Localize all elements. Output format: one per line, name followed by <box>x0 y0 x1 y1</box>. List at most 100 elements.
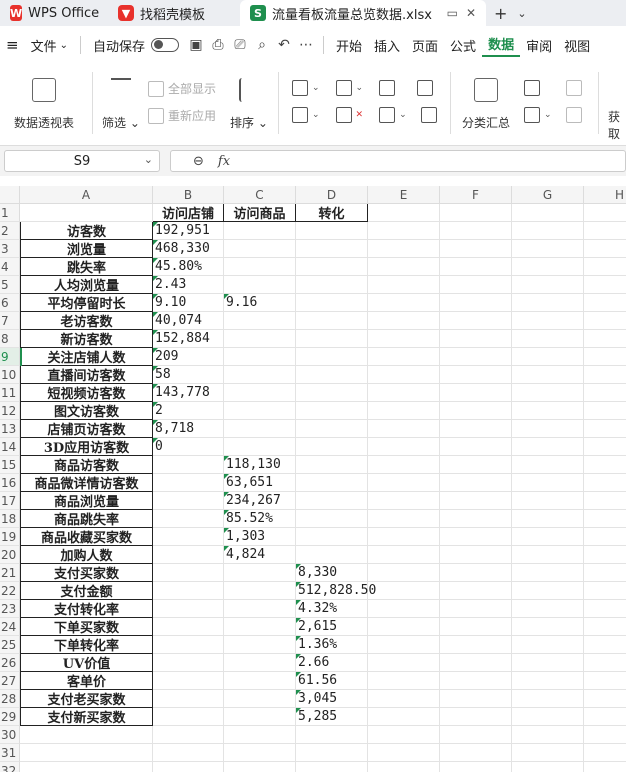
column-header[interactable]: D <box>296 186 368 204</box>
cell-empty[interactable] <box>512 204 584 222</box>
cell-empty[interactable] <box>368 726 440 744</box>
cell-a[interactable] <box>20 744 153 762</box>
row-header[interactable]: 11 <box>0 384 20 402</box>
undo-icon[interactable]: ↶ <box>275 36 293 54</box>
cell-empty[interactable] <box>584 258 626 276</box>
show-detail-icon[interactable] <box>566 80 582 96</box>
cell-empty[interactable] <box>368 582 440 600</box>
cell-c[interactable]: 1,303 <box>224 528 296 546</box>
column-header[interactable]: A <box>20 186 153 204</box>
menu-tab-home[interactable]: 开始 <box>330 36 368 55</box>
cell-empty[interactable] <box>440 708 512 726</box>
cell-empty[interactable] <box>368 438 440 456</box>
cell-empty[interactable] <box>512 294 584 312</box>
cell-c[interactable] <box>224 330 296 348</box>
cell-d[interactable]: 2.66 <box>296 654 368 672</box>
row-header[interactable]: 7 <box>0 312 20 330</box>
cell-a[interactable] <box>20 762 153 772</box>
cell-c[interactable] <box>224 312 296 330</box>
cell-empty[interactable] <box>584 546 626 564</box>
cell-empty[interactable] <box>440 564 512 582</box>
cell-empty[interactable] <box>512 402 584 420</box>
new-tab-icon[interactable]: + <box>494 4 507 23</box>
cell-empty[interactable] <box>584 618 626 636</box>
cell-empty[interactable] <box>368 366 440 384</box>
cell-a[interactable]: 图文访客数 <box>20 402 153 420</box>
row-header[interactable]: 15 <box>0 456 20 474</box>
cell-empty[interactable] <box>368 474 440 492</box>
cell-empty[interactable] <box>368 384 440 402</box>
row-header[interactable]: 8 <box>0 330 20 348</box>
cell-b[interactable] <box>153 708 224 726</box>
cell-c[interactable] <box>224 690 296 708</box>
print-icon[interactable]: ⎚ <box>231 36 249 54</box>
cell-b[interactable]: 468,330 <box>153 240 224 258</box>
cell-empty[interactable] <box>512 366 584 384</box>
cell-b[interactable] <box>153 726 224 744</box>
cell-a[interactable]: 支付金额 <box>20 582 153 600</box>
cell-empty[interactable] <box>512 546 584 564</box>
chevron-down-icon[interactable]: ⌄ <box>517 7 526 20</box>
cell-c[interactable] <box>224 348 296 366</box>
cell-empty[interactable] <box>368 762 440 772</box>
filter-button[interactable]: 筛选 ⌄ <box>102 78 140 131</box>
cell-b[interactable]: 45.80% <box>153 258 224 276</box>
cell-b[interactable] <box>153 456 224 474</box>
cell-empty[interactable] <box>512 762 584 772</box>
row-header[interactable]: 6 <box>0 294 20 312</box>
cell-empty[interactable] <box>584 402 626 420</box>
tab-wps-office[interactable]: W WPS Office <box>0 0 108 26</box>
cell-d[interactable] <box>296 510 368 528</box>
row-header[interactable]: 12 <box>0 402 20 420</box>
cell-b[interactable] <box>153 564 224 582</box>
get-data-button[interactable]: 获取 <box>608 108 626 142</box>
formula-input[interactable]: ⊖ fx <box>170 150 626 172</box>
row-header[interactable]: 30 <box>0 726 20 744</box>
cell-c[interactable] <box>224 654 296 672</box>
close-tab-icon[interactable]: ✕ <box>466 6 476 20</box>
cell-empty[interactable] <box>368 222 440 240</box>
cell-b[interactable]: 40,074 <box>153 312 224 330</box>
export-icon[interactable]: ⎙ <box>209 36 227 54</box>
cell-empty[interactable] <box>584 564 626 582</box>
cell-d[interactable] <box>296 330 368 348</box>
cell-b[interactable] <box>153 510 224 528</box>
cell-d[interactable] <box>296 492 368 510</box>
data-validation-icon[interactable] <box>335 80 352 96</box>
cell-a[interactable]: 老访客数 <box>20 312 153 330</box>
hide-detail-icon[interactable] <box>565 107 582 123</box>
cell-d[interactable]: 512,828.50 <box>296 582 376 600</box>
cell-empty[interactable] <box>440 222 512 240</box>
cell-empty[interactable] <box>368 420 440 438</box>
cell-a[interactable]: 商品收藏买家数 <box>20 528 153 546</box>
column-header[interactable]: F <box>440 186 512 204</box>
cell-a[interactable]: 访客数 <box>20 222 153 240</box>
cell-empty[interactable] <box>440 618 512 636</box>
chevron-down-icon[interactable]: ⌄ <box>144 153 153 166</box>
cell-empty[interactable] <box>584 474 626 492</box>
cell-empty[interactable] <box>584 420 626 438</box>
cell-d[interactable] <box>296 528 368 546</box>
consolidate-icon[interactable] <box>417 80 434 96</box>
tab-spreadsheet-file[interactable]: S 流量看板流量总览数据.xlsx ▭ ✕ <box>240 0 486 26</box>
row-header[interactable]: 25 <box>0 636 20 654</box>
cell-d[interactable] <box>296 240 368 258</box>
toggle-switch-icon[interactable] <box>151 38 179 52</box>
cell-empty[interactable] <box>584 762 626 772</box>
cell-a[interactable]: UV价值 <box>20 654 153 672</box>
cell-empty[interactable] <box>512 474 584 492</box>
cell-b[interactable]: 2 <box>153 402 224 420</box>
cell-a[interactable]: 支付买家数 <box>20 564 153 582</box>
row-header[interactable]: 24 <box>0 618 20 636</box>
cell-d[interactable] <box>296 726 368 744</box>
cell-d[interactable] <box>296 762 368 772</box>
cell-empty[interactable] <box>440 492 512 510</box>
zoom-icon[interactable]: ⊖ <box>193 154 204 169</box>
cell-c[interactable] <box>224 240 296 258</box>
print-preview-icon[interactable]: ⌕ <box>253 36 271 54</box>
cell-empty[interactable] <box>368 654 440 672</box>
cell-empty[interactable] <box>512 708 584 726</box>
save-icon[interactable]: ▣ <box>187 36 205 54</box>
cell-d[interactable]: 1.36% <box>296 636 368 654</box>
cell-empty[interactable] <box>368 294 440 312</box>
